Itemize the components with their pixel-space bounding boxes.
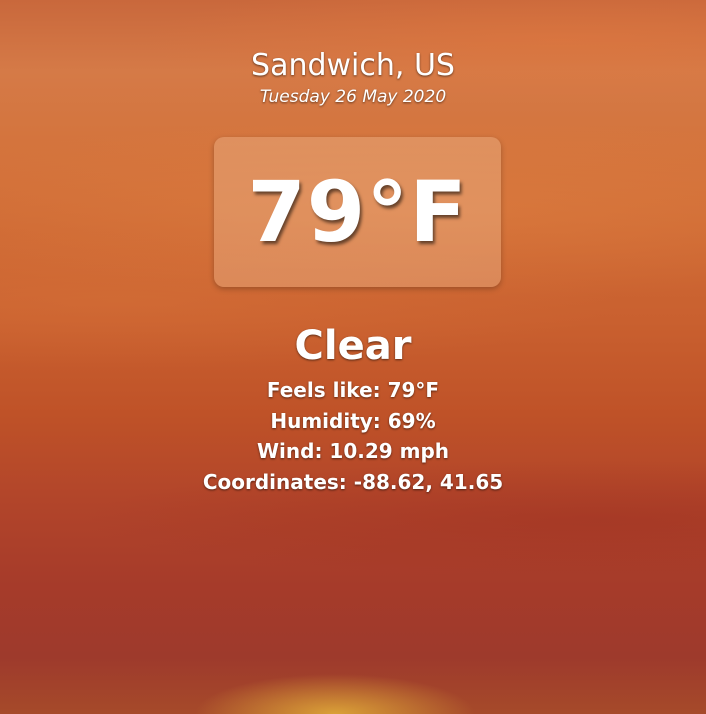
temperature-panel: 79°F	[214, 137, 501, 287]
coordinates-label: Coordinates: -88.62, 41.65	[202, 469, 504, 494]
humidity-label: Humidity: 69%	[270, 408, 436, 433]
date-label: Tuesday 26 May 2020	[259, 87, 447, 107]
weather-condition: Clear	[294, 323, 412, 369]
weather-details: Feels like: 79°F Humidity: 69% Wind: 10.…	[0, 375, 706, 497]
location-title: Sandwich, US	[251, 48, 455, 83]
feels-like-label: Feels like: 79°F	[266, 378, 440, 402]
temperature-value: 79°F	[247, 163, 468, 261]
wind-label: Wind: 10.29 mph	[256, 439, 450, 463]
